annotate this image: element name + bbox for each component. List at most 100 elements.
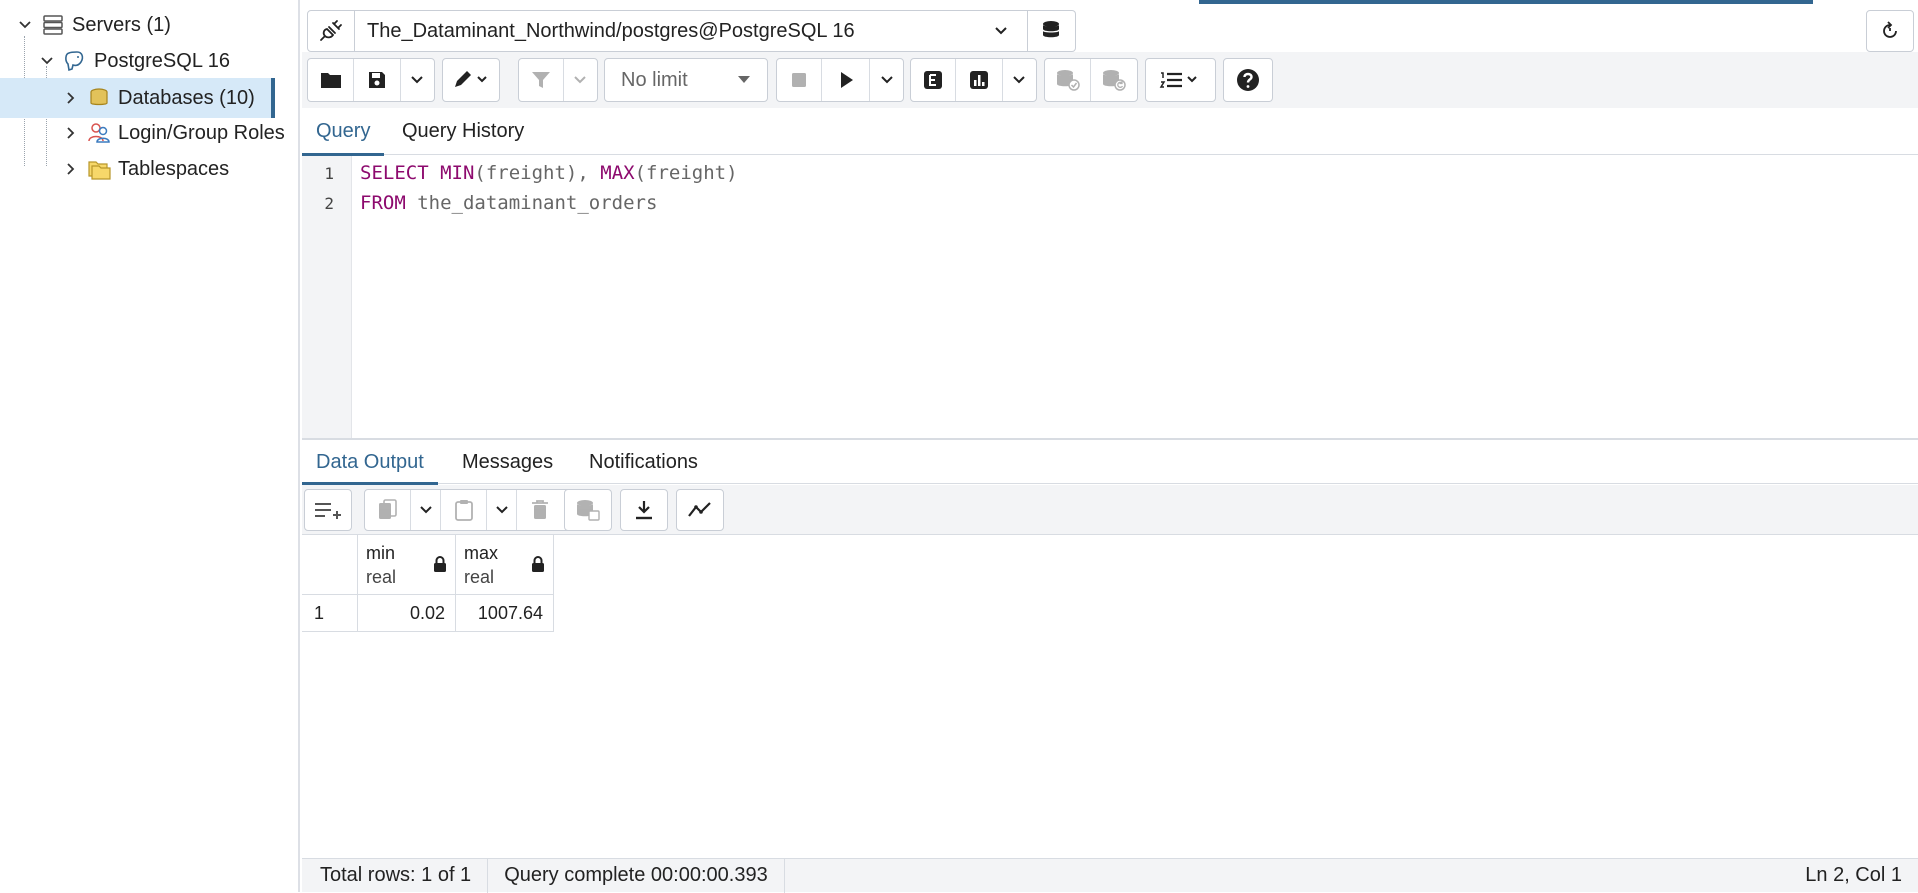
save-data-changes-button[interactable]	[565, 490, 611, 530]
copy-options-dropdown[interactable]	[411, 490, 441, 530]
tree-item-databases[interactable]: Databases (10)	[0, 78, 271, 118]
save-data-group	[564, 489, 612, 531]
edit-menu-button[interactable]	[443, 59, 499, 101]
chevron-right-icon[interactable]	[60, 122, 82, 144]
tab-label: Query History	[402, 120, 525, 142]
open-file-button[interactable]	[308, 59, 355, 101]
add-row-group	[304, 489, 352, 531]
grid-corner-cell[interactable]	[302, 535, 358, 595]
table-cell[interactable]: 1007.64	[456, 595, 554, 632]
save-file-button[interactable]	[354, 59, 401, 101]
line-graph-icon	[688, 502, 711, 517]
tree-item-label: Servers (1)	[72, 13, 171, 36]
tab-label: Data Output	[316, 450, 424, 473]
tab-data-output[interactable]: Data Output	[302, 440, 438, 485]
servers-icon	[40, 13, 66, 37]
explain-analyze-button[interactable]	[956, 59, 1003, 101]
connection-status-button[interactable]	[307, 10, 355, 52]
explain-options-dropdown[interactable]	[1003, 59, 1036, 101]
refresh-icon	[1883, 21, 1897, 38]
sql-text: (freight),	[474, 162, 601, 184]
chevron-down-icon[interactable]	[36, 50, 58, 72]
stop-button[interactable]	[777, 59, 822, 101]
row-number-cell[interactable]: 1	[302, 595, 358, 632]
new-connection-button[interactable]	[1028, 10, 1076, 52]
sql-editor[interactable]: 1 2 SELECT MIN(freight), MAX(freight) FR…	[302, 156, 1918, 438]
save-options-dropdown[interactable]	[401, 59, 434, 101]
chevron-down-icon	[1013, 76, 1025, 84]
postgres-elephant-icon	[62, 49, 88, 73]
cursor-position-status: Ln 2, Col 1	[1789, 859, 1918, 893]
data-output-toolbar	[302, 485, 1918, 535]
chevron-right-icon[interactable]	[60, 87, 82, 109]
graph-visualiser-button[interactable]	[677, 490, 723, 530]
copy-button[interactable]	[365, 490, 411, 530]
tree-item-label: Databases (10)	[118, 86, 255, 109]
chevron-down-icon	[574, 76, 587, 84]
tab-notifications[interactable]: Notifications	[589, 440, 698, 484]
status-text: Query complete 00:00:00.393	[504, 864, 768, 886]
tab-query[interactable]: Query	[302, 108, 385, 156]
connection-label: The_Dataminant_Northwind/postgres@Postgr…	[367, 19, 855, 42]
row-limit-select[interactable]: No limit	[604, 58, 768, 102]
filter-button-group	[518, 58, 598, 102]
stop-icon	[792, 73, 806, 87]
filter-button[interactable]	[519, 59, 564, 101]
column-header-max[interactable]: max real	[456, 535, 554, 595]
status-text: Total rows: 1 of 1	[320, 864, 472, 886]
connection-select[interactable]: The_Dataminant_Northwind/postgres@Postgr…	[355, 10, 1028, 52]
paste-options-dropdown[interactable]	[487, 490, 517, 530]
commit-button[interactable]	[1045, 59, 1092, 101]
filter-options-dropdown[interactable]	[564, 59, 597, 101]
filter-icon	[531, 72, 550, 88]
database-stack-icon	[1042, 21, 1059, 38]
add-row-button[interactable]	[305, 490, 351, 530]
rollback-button[interactable]	[1091, 59, 1137, 101]
code-line-2: FROM the_dataminant_orders	[360, 192, 657, 214]
lock-icon	[532, 556, 544, 572]
tablespaces-icon	[86, 157, 112, 181]
tab-label: Notifications	[589, 450, 698, 473]
tree-item-tablespaces[interactable]: Tablespaces	[60, 152, 229, 186]
status-text: Ln 2, Col 1	[1805, 864, 1902, 886]
paste-button[interactable]	[441, 490, 487, 530]
chevron-right-icon[interactable]	[60, 158, 82, 180]
delete-row-button[interactable]	[517, 490, 563, 530]
tree-item-servers[interactable]: Servers (1)	[14, 8, 171, 42]
explain-button[interactable]	[911, 59, 957, 101]
tab-messages[interactable]: Messages	[462, 440, 553, 484]
chevron-down-icon[interactable]	[14, 14, 36, 36]
tree-item-postgresql-16[interactable]: PostgreSQL 16	[36, 44, 230, 78]
execute-button-group	[776, 58, 904, 102]
edit-button-group	[442, 58, 500, 102]
selection-indicator	[271, 78, 275, 118]
tab-query-history[interactable]: Query History	[402, 108, 524, 155]
clipboard-icon	[454, 500, 473, 521]
status-bar: Total rows: 1 of 1 Query complete 00:00:…	[302, 858, 1918, 893]
explain-icon	[924, 71, 943, 89]
output-tabs: Data Output Messages Notifications	[302, 440, 1918, 485]
sql-keyword: SELECT	[360, 162, 429, 184]
line-number: 1	[324, 164, 334, 183]
column-header-min[interactable]: min real	[358, 535, 456, 595]
table-cell[interactable]: 0.02	[358, 595, 456, 632]
row-number: 1	[314, 603, 325, 623]
execute-button[interactable]	[822, 59, 870, 101]
reset-layout-button[interactable]	[1866, 10, 1914, 52]
copy-icon	[378, 499, 397, 519]
caret-down-icon	[738, 76, 750, 83]
pencil-icon	[455, 71, 487, 87]
help-button[interactable]	[1224, 59, 1272, 101]
tree-item-login-group-roles[interactable]: Login/Group Roles	[60, 116, 285, 150]
macros-menu-button[interactable]	[1146, 59, 1215, 101]
download-csv-button[interactable]	[621, 490, 667, 530]
database-save-icon	[577, 500, 600, 521]
execute-options-dropdown[interactable]	[870, 59, 903, 101]
cell-value: 1007.64	[477, 603, 543, 623]
connection-bar: The_Dataminant_Northwind/postgres@Postgr…	[307, 10, 1076, 52]
sql-text: (freight)	[634, 162, 738, 184]
save-icon	[368, 72, 385, 88]
trash-icon	[532, 500, 548, 519]
query-tool-panel: The_Dataminant_Northwind/postgres@Postgr…	[302, 0, 1918, 893]
help-button-group	[1223, 58, 1273, 102]
